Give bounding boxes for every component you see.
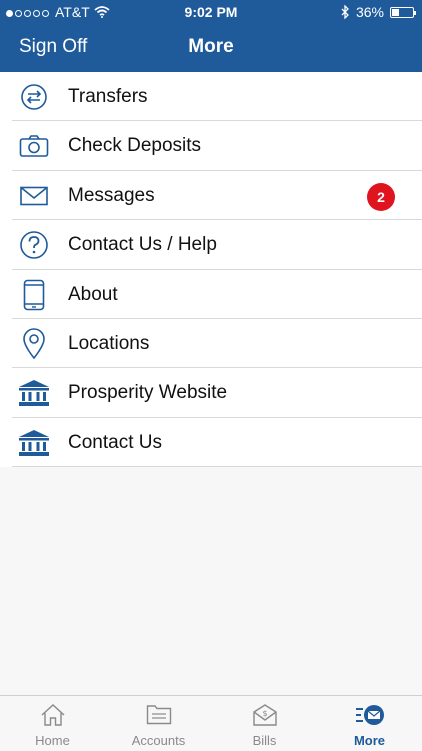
battery-level xyxy=(392,8,400,16)
menu-item-label: Contact Us xyxy=(68,431,162,453)
nav-bar: Sign Off More xyxy=(0,24,422,72)
menu-item-check-deposits[interactable]: Check Deposits xyxy=(0,121,422,172)
menu-item-contact-help[interactable]: Contact Us / Help xyxy=(0,220,422,270)
location-pin-icon xyxy=(17,328,51,360)
status-bar: AT&T 9:02 PM 36% xyxy=(0,0,422,24)
menu-item-locations[interactable]: Locations xyxy=(0,319,422,369)
tab-home[interactable]: Home xyxy=(0,696,105,751)
battery-icon xyxy=(390,6,416,18)
tab-label: More xyxy=(353,733,386,748)
bills-icon: $ xyxy=(212,703,317,729)
home-icon xyxy=(0,703,105,729)
header: AT&T 9:02 PM 36% Sign Off More xyxy=(0,0,422,72)
envelope-icon xyxy=(17,181,51,211)
menu-item-contact-us[interactable]: Contact Us xyxy=(0,418,422,468)
page-title: More xyxy=(188,36,234,57)
accounts-icon xyxy=(106,703,211,729)
menu-item-prosperity-website[interactable]: Prosperity Website xyxy=(0,368,422,419)
menu-item-label: Check Deposits xyxy=(68,135,202,157)
camera-icon xyxy=(17,131,51,161)
tab-bar: Home Accounts $ Bills More xyxy=(0,695,422,750)
status-right: 36% xyxy=(341,4,416,20)
menu-item-label: Prosperity Website xyxy=(68,382,228,404)
battery-percent: 36% xyxy=(355,4,384,20)
transfer-icon xyxy=(17,82,51,112)
svg-text:$: $ xyxy=(262,709,267,718)
menu-item-label: About xyxy=(68,283,118,305)
tab-label: Accounts xyxy=(131,733,186,748)
tab-more[interactable]: More xyxy=(317,696,422,751)
help-icon xyxy=(17,230,51,260)
bluetooth-icon xyxy=(341,5,350,19)
menu-item-label: Contact Us / Help xyxy=(68,234,217,256)
more-icon xyxy=(317,703,422,729)
more-menu-list: Transfers Check Deposits Messages 2 Cont… xyxy=(0,72,422,468)
bank-icon xyxy=(17,428,51,458)
menu-item-messages[interactable]: Messages 2 xyxy=(0,171,422,221)
tab-label: Home xyxy=(35,733,70,748)
unread-badge: 2 xyxy=(367,182,395,211)
menu-item-label: Messages xyxy=(68,184,155,206)
menu-item-label: Transfers xyxy=(68,86,148,107)
bank-icon xyxy=(17,378,51,408)
tab-label: Bills xyxy=(252,733,277,748)
menu-item-label: Locations xyxy=(68,332,150,354)
menu-item-about[interactable]: About xyxy=(0,270,422,320)
tab-accounts[interactable]: Accounts xyxy=(106,696,211,751)
phone-icon xyxy=(17,279,51,310)
menu-item-transfers[interactable]: Transfers xyxy=(0,72,422,122)
tab-bills[interactable]: $ Bills xyxy=(212,696,317,751)
